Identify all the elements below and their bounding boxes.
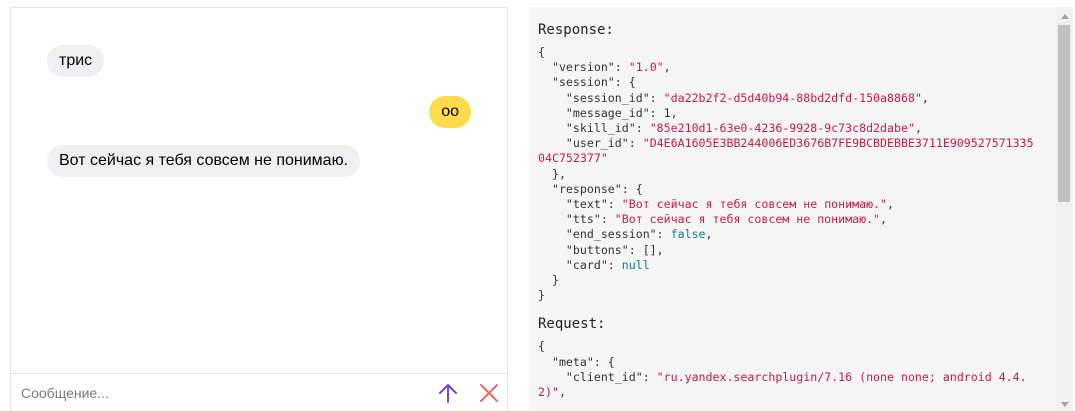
bot-message: Вот сейчас я тебя совсем не понимаю.: [47, 145, 361, 177]
close-icon: [480, 384, 498, 402]
chat-panel: трис оо Вот сейчас я тебя совсем не пони…: [10, 7, 508, 411]
request-json: { "meta": { "client_id": "ru.yandex.sear…: [538, 339, 1027, 400]
client-id-value: ru.yandex.searchplugin/7.16 (none none; …: [663, 369, 1027, 384]
message-input-bar: [11, 373, 507, 411]
message-id-value: 1: [663, 105, 671, 120]
user-message: оо: [429, 96, 471, 128]
bot-message: трис: [47, 45, 105, 77]
response-text-value: Вот сейчас я тебя совсем не понимаю.: [628, 197, 881, 212]
skill-id-value: 85e210d1-63e0-4236-9928-9c73c8d2dabe: [656, 121, 908, 136]
client-id-value-cont: 2): [538, 385, 552, 400]
scroll-down-arrow-icon[interactable]: [1061, 402, 1069, 407]
response-heading: Response:: [538, 22, 614, 38]
session-id-value: da22b2f2-d5d40b94-88bd2dfd-150a8868: [670, 90, 915, 105]
message-input[interactable]: [21, 382, 421, 404]
version-value: 1.0: [635, 60, 657, 75]
end-session-value: false: [670, 227, 706, 242]
buttons-value: []: [642, 242, 657, 257]
request-heading: Request:: [538, 316, 606, 333]
arrow-up-icon: [439, 384, 457, 403]
clear-button[interactable]: [476, 380, 502, 406]
send-button[interactable]: [435, 380, 461, 406]
card-value: null: [621, 257, 650, 272]
response-json: { "version": "1.0", "session": { "sessio…: [538, 45, 1034, 303]
scroll-up-arrow-icon[interactable]: [1061, 14, 1069, 19]
response-tts-value: Вот сейчас я тебя совсем не понимаю.: [621, 212, 874, 227]
user-id-value-cont: 04C752377: [538, 151, 601, 166]
scrollbar-thumb[interactable]: [1058, 25, 1070, 202]
user-id-value: D4E6A1605E3BB244006ED3676B7FE9BCBDEBBE37…: [649, 136, 1034, 151]
log-scrollbar[interactable]: [1056, 7, 1073, 411]
log-panel: Response: { "version": "1.0", "session":…: [529, 7, 1056, 411]
log-content: Response: { "version": "1.0", "session":…: [538, 21, 1056, 400]
